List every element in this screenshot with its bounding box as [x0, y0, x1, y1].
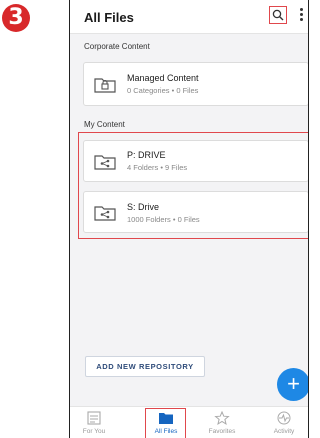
- repository-name: Managed Content: [127, 73, 199, 83]
- page-title: All Files: [84, 10, 134, 25]
- add-new-repository-button[interactable]: ADD NEW REPOSITORY: [85, 356, 205, 377]
- highlight-box-all-files-tab: [145, 408, 186, 438]
- repository-meta: 0 Categories • 0 Files: [127, 86, 199, 95]
- repository-card-p-drive[interactable]: P: DRIVE 4 Folders • 9 Files: [83, 140, 308, 182]
- repository-meta: 1000 Folders • 0 Files: [127, 215, 200, 224]
- search-button[interactable]: [269, 6, 287, 24]
- step-number-badge: 3: [2, 4, 30, 32]
- app-bar: All Files: [70, 0, 308, 34]
- search-icon: [272, 9, 284, 21]
- shared-folder-icon: [94, 155, 116, 170]
- phone-screen: All Files Corporate Content Managed Cont…: [69, 0, 309, 438]
- repository-name: S: Drive: [127, 202, 160, 212]
- tab-favorites[interactable]: Favorites: [198, 407, 246, 438]
- star-icon: [214, 411, 230, 425]
- repository-meta: 4 Folders • 9 Files: [127, 163, 188, 172]
- activity-icon: [277, 411, 291, 425]
- lock-folder-icon: [94, 78, 116, 93]
- repository-card-s-drive[interactable]: S: Drive 1000 Folders • 0 Files: [83, 191, 308, 233]
- section-label-my-content: My Content: [84, 120, 125, 129]
- tab-label: For You: [82, 428, 106, 435]
- bottom-navigation: For You All Files Favorites Activity: [70, 406, 308, 438]
- tab-label: Favorites: [208, 428, 236, 435]
- section-label-corporate: Corporate Content: [84, 42, 150, 51]
- tab-activity[interactable]: Activity: [260, 407, 308, 438]
- tab-for-you[interactable]: For You: [70, 407, 118, 438]
- repository-card-managed-content[interactable]: Managed Content 0 Categories • 0 Files: [83, 62, 308, 106]
- repository-name: P: DRIVE: [127, 150, 166, 160]
- more-vert-icon[interactable]: [298, 7, 304, 23]
- tab-label: Activity: [273, 428, 295, 435]
- add-fab-button[interactable]: +: [277, 368, 308, 401]
- for-you-icon: [87, 411, 101, 425]
- shared-folder-icon: [94, 206, 116, 221]
